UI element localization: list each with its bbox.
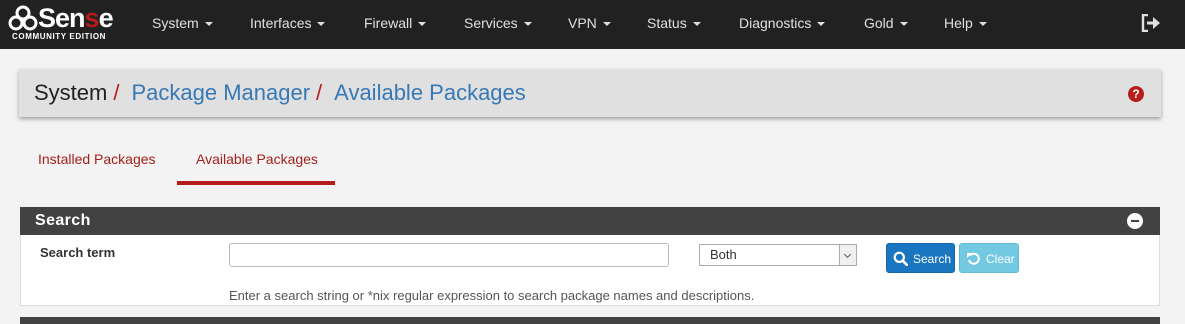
- caret-down-icon: [602, 22, 611, 26]
- breadcrumb-bar: System / Package Manager / Available Package…: [19, 69, 1161, 117]
- clear-button[interactable]: Clear: [959, 243, 1019, 273]
- breadcrumb-system: System: [34, 80, 108, 105]
- search-help-text: Enter a search string or *nix regular ex…: [229, 288, 755, 303]
- search-icon: [893, 251, 908, 266]
- caret-down-icon: [418, 22, 427, 26]
- nav-interfaces-label: Interfaces: [250, 15, 312, 31]
- brand-edition: COMMUNITY EDITION: [12, 32, 107, 41]
- caret-down-icon: [899, 22, 908, 26]
- nav-help[interactable]: Help: [944, 0, 987, 49]
- nav-diagnostics-label: Diagnostics: [739, 15, 812, 31]
- nav-system-label: System: [152, 15, 199, 31]
- search-button[interactable]: Search: [886, 243, 955, 273]
- nav-vpn[interactable]: VPN: [568, 0, 611, 49]
- caret-down-icon: [317, 22, 326, 26]
- nav-firewall-label: Firewall: [364, 15, 413, 31]
- tab-installed-packages[interactable]: Installed Packages: [38, 151, 156, 167]
- breadcrumb-separator: /: [113, 80, 120, 105]
- pfsense-logo-icon: [8, 5, 38, 31]
- search-scope-value: Both: [710, 247, 737, 262]
- search-panel-title: Search: [35, 212, 91, 229]
- nav-diagnostics[interactable]: Diagnostics: [739, 0, 826, 49]
- brand-word-part3: e: [98, 3, 114, 33]
- brand-word-part1: Sen: [38, 3, 86, 33]
- nav-vpn-label: VPN: [568, 15, 597, 31]
- search-button-label: Search: [913, 252, 952, 266]
- breadcrumb-available-packages[interactable]: Available Packages: [334, 80, 526, 105]
- nav-firewall[interactable]: Firewall: [364, 0, 427, 49]
- search-input[interactable]: [229, 243, 669, 267]
- nav-status-label: Status: [647, 15, 687, 31]
- brand-logo[interactable]: Sense COMMUNITY EDITION: [8, 3, 126, 45]
- caret-down-icon: [204, 22, 213, 26]
- caret-down-icon: [692, 22, 701, 26]
- search-scope-select[interactable]: Both: [699, 244, 857, 266]
- brand-word-part2: s: [84, 3, 100, 33]
- clear-button-label: Clear: [986, 252, 1015, 266]
- brand-wordmark: Sense: [38, 3, 114, 33]
- breadcrumb-separator: /: [316, 80, 323, 105]
- nav-gold-label: Gold: [864, 15, 894, 31]
- active-tab-indicator: [177, 181, 335, 185]
- nav-interfaces[interactable]: Interfaces: [250, 0, 326, 49]
- breadcrumb-package-manager[interactable]: Package Manager: [131, 80, 310, 105]
- caret-down-icon: [523, 22, 532, 26]
- caret-down-icon: [817, 22, 826, 26]
- nav-help-label: Help: [944, 15, 973, 31]
- search-term-label: Search term: [40, 245, 116, 260]
- tab-available-packages[interactable]: Available Packages: [196, 151, 318, 167]
- nav-services[interactable]: Services: [464, 0, 532, 49]
- nav-status[interactable]: Status: [647, 0, 701, 49]
- logout-icon[interactable]: [1141, 14, 1161, 32]
- nav-system[interactable]: System: [152, 0, 213, 49]
- minus-circle-icon[interactable]: [1127, 213, 1143, 229]
- search-panel-heading: Search: [20, 207, 1160, 235]
- undo-icon: [967, 252, 980, 265]
- nav-gold[interactable]: Gold: [864, 0, 908, 49]
- question-circle-icon[interactable]: ?: [1128, 86, 1144, 102]
- top-navbar: Sense COMMUNITY EDITION System Interface…: [0, 0, 1185, 49]
- nav-services-label: Services: [464, 15, 518, 31]
- packages-panel-heading: [20, 317, 1160, 324]
- breadcrumb: System / Package Manager / Available Package…: [34, 80, 526, 106]
- chevron-down-icon: [839, 245, 856, 265]
- caret-down-icon: [978, 22, 987, 26]
